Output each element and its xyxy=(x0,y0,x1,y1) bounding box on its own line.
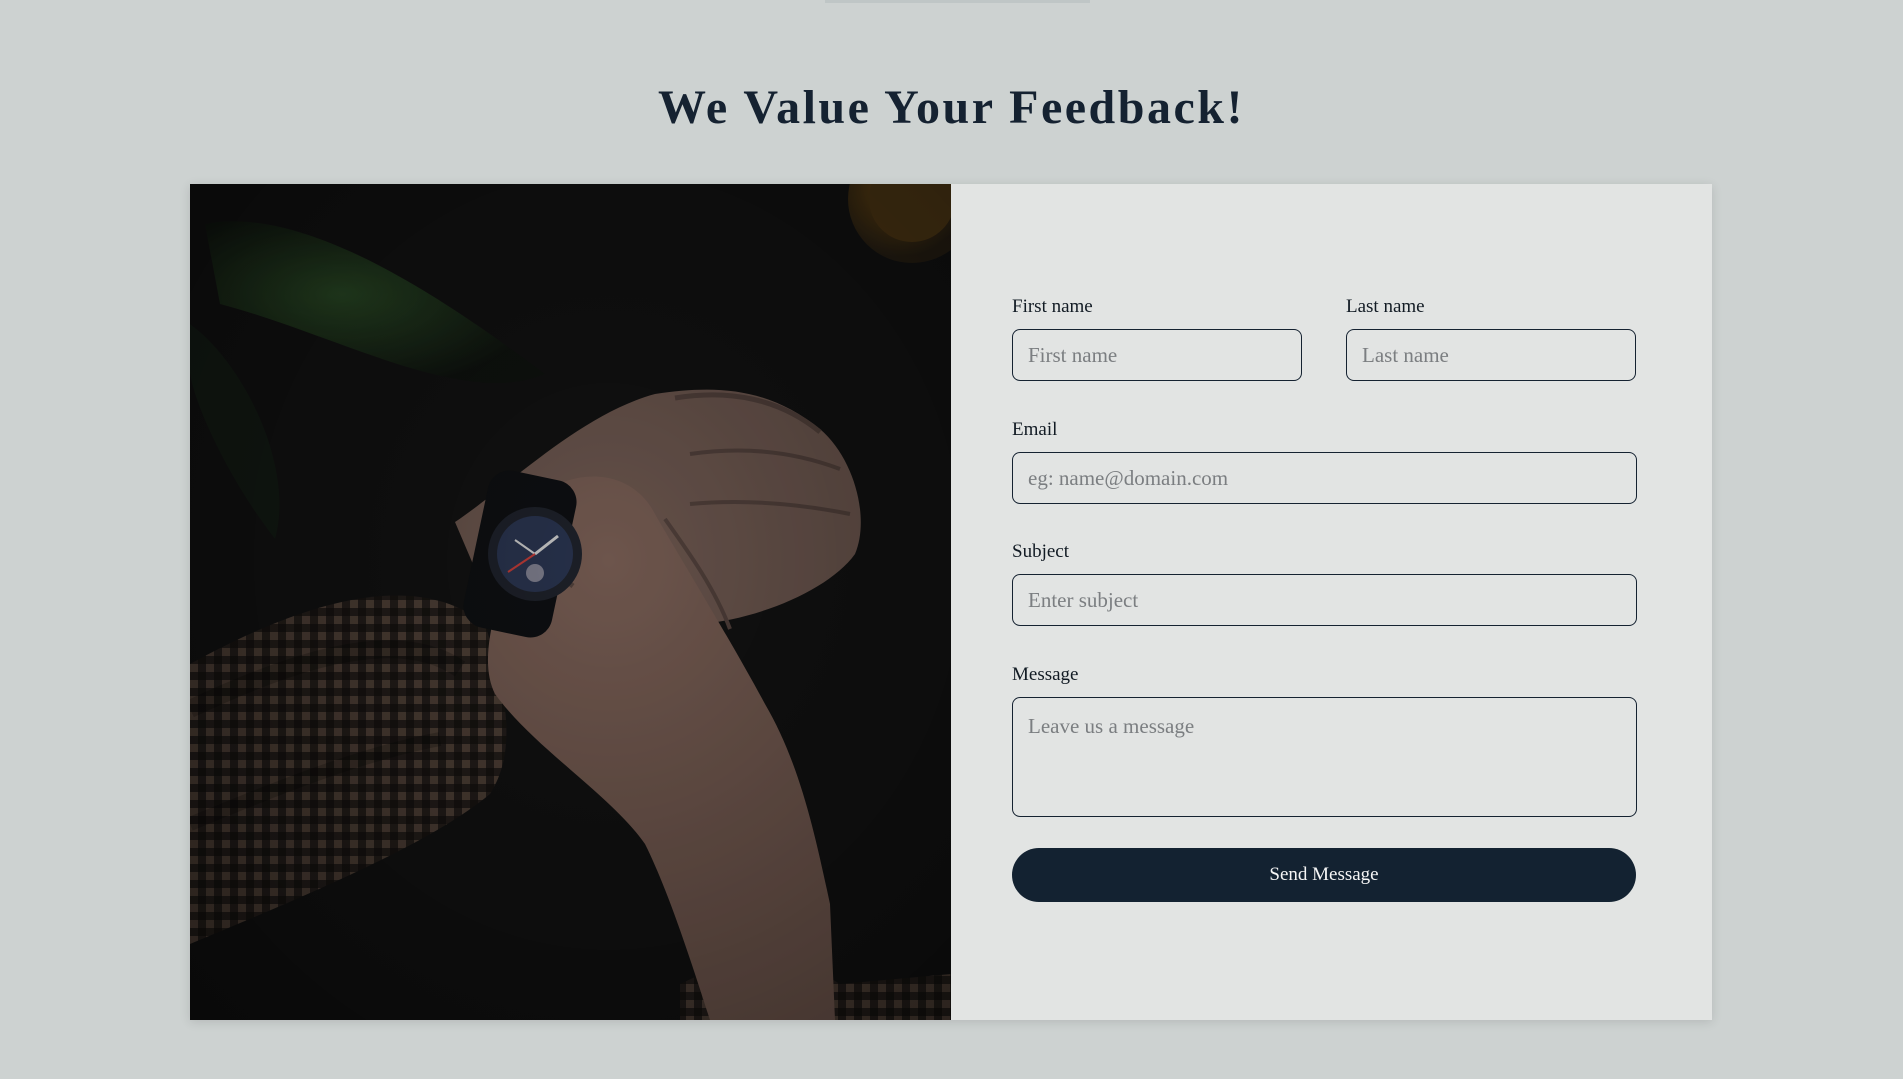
first-name-label: First name xyxy=(1012,296,1093,317)
subject-input[interactable] xyxy=(1012,574,1637,626)
message-label: Message xyxy=(1012,664,1079,685)
wristwatch-image xyxy=(190,184,951,1020)
send-message-button[interactable]: Send Message xyxy=(1012,848,1636,902)
page-title: We Value Your Feedback! xyxy=(658,81,1245,134)
wristwatch-photo xyxy=(190,184,951,1020)
first-name-input[interactable] xyxy=(1012,329,1302,381)
last-name-input[interactable] xyxy=(1346,329,1636,381)
top-divider xyxy=(825,0,1090,3)
message-textarea[interactable] xyxy=(1012,697,1637,817)
subject-label: Subject xyxy=(1012,541,1069,562)
email-input[interactable] xyxy=(1012,452,1637,504)
last-name-label: Last name xyxy=(1346,296,1425,317)
email-label: Email xyxy=(1012,419,1058,440)
